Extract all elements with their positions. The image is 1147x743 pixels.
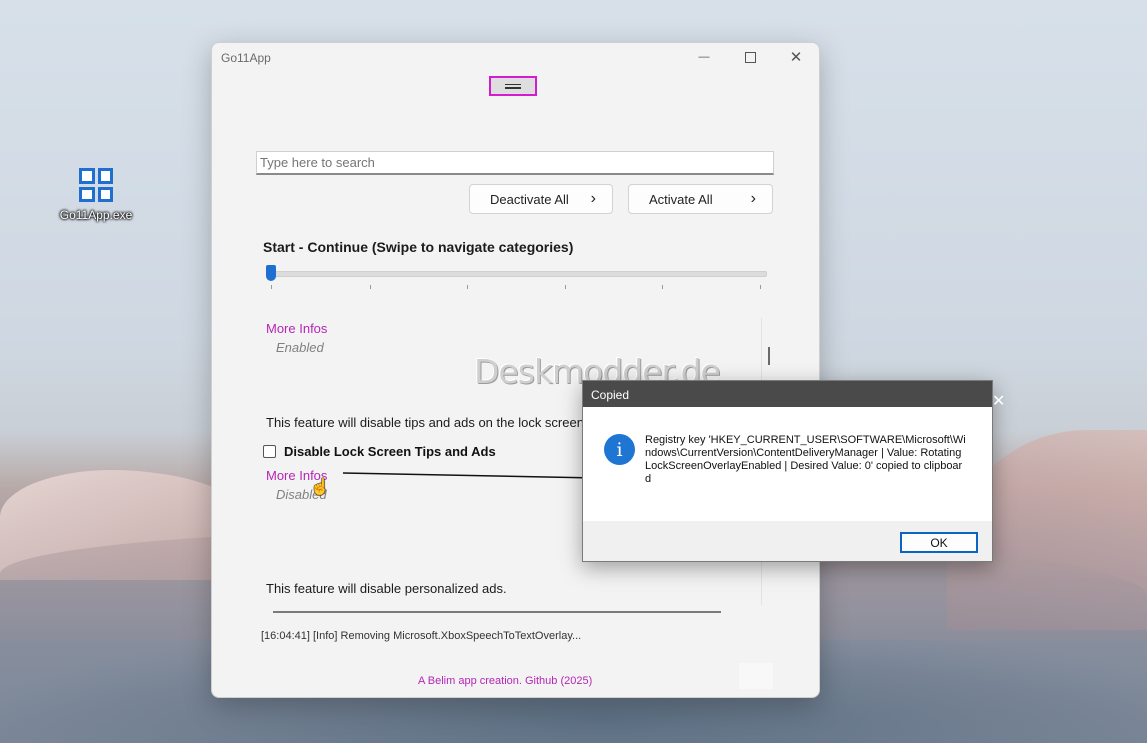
slider-tick [760, 285, 761, 289]
maximize-icon [744, 51, 756, 63]
dialog-title: Copied [591, 388, 630, 402]
slider-tick [662, 285, 663, 289]
feature-toggle[interactable]: Disable Lock Screen Tips and Ads [263, 444, 496, 459]
horizontal-scrollbar[interactable] [273, 611, 721, 613]
category-slider[interactable] [271, 271, 767, 277]
log-line: [16:04:41] [Info] Removing Microsoft.Xbo… [261, 630, 582, 642]
copied-dialog: Copied ✕ i Registry key 'HKEY_CURRENT_US… [582, 380, 1005, 562]
feature-label: Disable Lock Screen Tips and Ads [284, 444, 496, 459]
app-grid-icon [79, 168, 113, 202]
feature-description: This feature will disable personalized a… [266, 581, 507, 596]
slider-tick [467, 285, 468, 289]
dialog-title-bar[interactable]: Copied ✕ [583, 381, 1005, 410]
close-icon: ✕ [789, 49, 803, 66]
hamburger-icon [505, 83, 521, 85]
search-input[interactable] [256, 151, 774, 175]
slider-tick [370, 285, 371, 289]
dialog-body: i Registry key 'HKEY_CURRENT_USER\SOFTWA… [583, 407, 992, 521]
dialog-message: Registry key 'HKEY_CURRENT_USER\SOFTWARE… [645, 434, 966, 485]
title-bar[interactable]: Go11App — ✕ [212, 43, 819, 73]
deactivate-all-button[interactable]: Deactivate All › [469, 184, 613, 214]
window-title: Go11App [221, 51, 271, 65]
info-icon: i [604, 434, 635, 465]
activate-all-button[interactable]: Activate All › [628, 184, 773, 214]
maximize-button[interactable] [727, 43, 773, 71]
menu-button[interactable] [489, 76, 537, 96]
chevron-right-icon: › [590, 190, 596, 207]
minimize-icon: — [698, 51, 710, 63]
vertical-scrollbar[interactable] [768, 347, 770, 365]
desktop-icon-label: Go11App.exe [59, 208, 133, 222]
slider-tick [271, 285, 272, 289]
footer-box [739, 663, 773, 689]
feature-checkbox[interactable] [263, 445, 276, 458]
category-slider-thumb[interactable] [266, 265, 276, 281]
desktop-icon-go11app[interactable]: Go11App.exe [58, 168, 134, 222]
hand-cursor-icon: ☝ [310, 479, 330, 496]
minimize-button[interactable]: — [681, 43, 727, 71]
chevron-right-icon: › [750, 190, 756, 207]
feature-state: Enabled [276, 340, 324, 355]
close-icon: ✕ [992, 393, 1006, 410]
ok-button[interactable]: OK [900, 532, 978, 553]
slider-tick [565, 285, 566, 289]
category-title: Start - Continue (Swipe to navigate cate… [263, 239, 574, 255]
footer-link[interactable]: A Belim app creation. Github (2025) [418, 675, 592, 687]
feature-description: This feature will disable tips and ads o… [266, 415, 588, 430]
more-infos-link[interactable]: More Infos [266, 321, 327, 336]
close-button[interactable]: ✕ [773, 43, 819, 71]
